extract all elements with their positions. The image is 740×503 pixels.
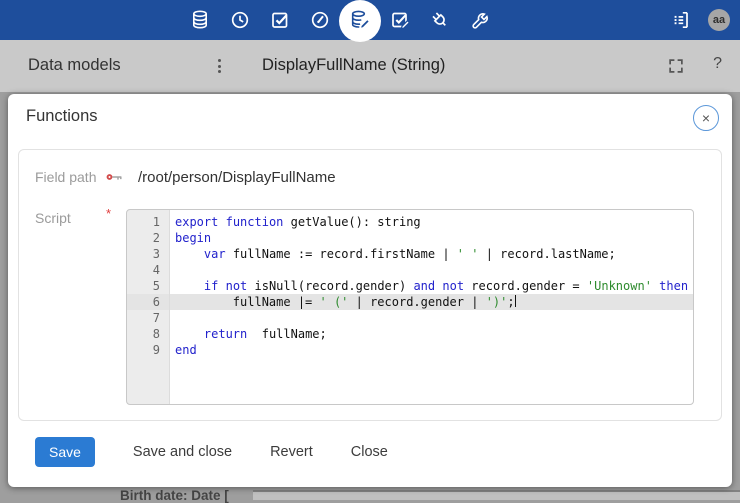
- task-edit-icon[interactable]: [380, 0, 420, 40]
- script-code-editor[interactable]: 1export function getValue(): string2begi…: [126, 209, 694, 405]
- field-path-value: /root/person/DisplayFullName: [138, 169, 336, 186]
- database-edit-icon[interactable]: [340, 0, 380, 40]
- save-and-close-button[interactable]: Save and close: [133, 444, 232, 460]
- close-icon[interactable]: ×: [693, 105, 719, 131]
- dialog-footer: Save Save and close Revert Close: [35, 437, 388, 467]
- expand-icon[interactable]: [668, 58, 684, 74]
- code-line[interactable]: 7: [127, 310, 693, 326]
- line-number: 9: [127, 342, 169, 358]
- functions-dialog: Functions × Field path /root/person/Disp…: [8, 94, 732, 487]
- background-field-label: Birth date: Date [: [120, 488, 229, 503]
- line-number: 2: [127, 230, 169, 246]
- code-line[interactable]: 6 fullName |= ' (' | record.gender | ')'…: [127, 294, 693, 310]
- code-lines: 1export function getValue(): string2begi…: [127, 214, 693, 358]
- close-button[interactable]: Close: [351, 444, 388, 460]
- line-number: 3: [127, 246, 169, 262]
- log-list-icon[interactable]: [667, 0, 695, 40]
- kebab-menu-icon[interactable]: [212, 55, 226, 77]
- toolbar-icon-group: [180, 0, 500, 40]
- revert-button[interactable]: Revert: [270, 444, 313, 460]
- task-check-icon[interactable]: [260, 0, 300, 40]
- toolbar-right-group: aa: [667, 0, 730, 40]
- code-line[interactable]: 3 var fullName := record.firstName | ' '…: [127, 246, 693, 262]
- background-input-field: [253, 490, 740, 500]
- wrench-icon[interactable]: [460, 0, 500, 40]
- database-icon[interactable]: [180, 0, 220, 40]
- code-line[interactable]: 4: [127, 262, 693, 278]
- line-number: 4: [127, 262, 169, 278]
- gauge-icon[interactable]: [300, 0, 340, 40]
- code-line[interactable]: 8 return fullName;: [127, 326, 693, 342]
- line-number: 1: [127, 214, 169, 230]
- top-toolbar: aa: [0, 0, 740, 40]
- code-line[interactable]: 5 if not isNull(record.gender) and not r…: [127, 278, 693, 294]
- page-title: DisplayFullName (String): [262, 56, 445, 75]
- line-number: 7: [127, 310, 169, 326]
- code-line[interactable]: 9end: [127, 342, 693, 358]
- breadcrumb-title: Data models: [28, 56, 121, 75]
- key-icon: [105, 171, 124, 183]
- code-line[interactable]: 2begin: [127, 230, 693, 246]
- line-number: 6: [127, 294, 169, 310]
- script-label: Script: [35, 210, 71, 226]
- field-path-label: Field path: [35, 169, 105, 185]
- line-number: 8: [127, 326, 169, 342]
- code-line[interactable]: 1export function getValue(): string: [127, 214, 693, 230]
- help-icon[interactable]: ?: [713, 55, 722, 73]
- required-asterisk: *: [106, 206, 111, 221]
- clock-icon[interactable]: [220, 0, 260, 40]
- save-button[interactable]: Save: [35, 437, 95, 467]
- field-path-row: Field path /root/person/DisplayFullName: [35, 168, 336, 186]
- avatar[interactable]: aa: [708, 9, 730, 31]
- dialog-title: Functions: [26, 107, 98, 126]
- plug-icon[interactable]: [420, 0, 460, 40]
- line-number: 5: [127, 278, 169, 294]
- function-form-panel: Field path /root/person/DisplayFullName …: [18, 149, 722, 421]
- page-header: Data models DisplayFullName (String) ?: [0, 40, 740, 92]
- text-cursor: [515, 295, 516, 307]
